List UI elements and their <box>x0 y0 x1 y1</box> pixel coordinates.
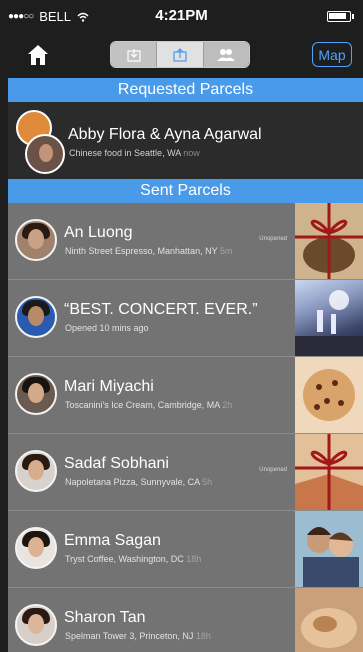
list-item[interactable]: Sadaf Sobhani Napoletana Pizza, Sunnyval… <box>8 434 363 511</box>
request-time: now <box>183 148 200 158</box>
share-icon <box>173 47 187 62</box>
avatar <box>15 373 57 415</box>
recipient-name: Emma Sagan <box>64 532 161 549</box>
recipient-name: “BEST. CONCERT. EVER.” <box>64 301 258 318</box>
parcel-thumbnail <box>295 434 363 510</box>
recipient-name: An Luong <box>64 224 133 241</box>
requested-parcels-header: Requested Parcels <box>8 78 363 102</box>
avatar <box>15 527 57 569</box>
map-button[interactable]: Map <box>312 42 352 67</box>
parcel-thumbnail <box>295 280 363 356</box>
request-details: Chinese food in Seattle, WA now <box>69 148 200 158</box>
gift-bow-icon <box>295 203 363 279</box>
parcel-thumbnail <box>295 203 363 279</box>
parcel-thumbnail <box>295 588 363 652</box>
segment-received[interactable] <box>111 42 158 67</box>
clock: 4:21PM <box>155 7 208 24</box>
parcel-thumbnail <box>295 511 363 587</box>
recipient-name: Sharon Tan <box>64 609 146 626</box>
list-item[interactable]: Sharon Tan Spelman Tower 3, Princeton, N… <box>8 588 363 652</box>
parcel-location: Spelman Tower 3, Princeton, NJ 18h <box>65 631 211 641</box>
avatar <box>15 219 57 261</box>
list-item[interactable]: Emma Sagan Tryst Coffee, Washington, DC … <box>8 511 363 588</box>
avatar <box>15 296 57 338</box>
list-item[interactable]: “BEST. CONCERT. EVER.” Opened 10 mins ag… <box>8 280 363 357</box>
concert-stage-icon <box>295 290 363 356</box>
parcel-location: Opened 10 mins ago <box>65 323 149 333</box>
list-item[interactable]: Mari Miyachi Toscanini's Ice Cream, Camb… <box>8 357 363 434</box>
recipient-name: Mari Miyachi <box>64 378 154 395</box>
avatar <box>15 604 57 646</box>
cookie-icon <box>295 357 363 433</box>
avatar <box>25 134 65 174</box>
parcel-location: Ninth Street Espresso, Manhattan, NY 5m <box>65 246 233 256</box>
parcel-location: Napoletana Pizza, Sunnyvale, CA 5h <box>65 477 213 487</box>
status-badge: Unopened <box>259 467 287 473</box>
couple-photo-icon <box>295 511 363 587</box>
request-place: Chinese food in Seattle, WA <box>69 148 181 158</box>
nav-bar: Map <box>0 34 363 78</box>
view-segmented-control <box>110 41 250 68</box>
segment-friends[interactable] <box>203 42 249 67</box>
sent-parcels-list: An Luong Ninth Street Espresso, Manhatta… <box>8 203 363 652</box>
segment-sent[interactable] <box>157 42 204 67</box>
parcel-thumbnail <box>295 357 363 433</box>
parcel-location: Tryst Coffee, Washington, DC 18h <box>65 554 202 564</box>
status-badge: Unopened <box>259 236 287 242</box>
status-bar: ●●●○○ BELL 4:21PM <box>0 0 363 34</box>
avatar <box>15 450 57 492</box>
download-icon <box>127 48 141 62</box>
home-icon[interactable] <box>27 44 49 66</box>
people-icon <box>217 48 236 61</box>
gift-bow-icon <box>295 434 363 510</box>
list-item[interactable]: An Luong Ninth Street Espresso, Manhatta… <box>8 203 363 280</box>
sent-parcels-header: Sent Parcels <box>8 179 363 203</box>
requester-names: Abby Flora & Ayna Agarwal <box>68 126 262 143</box>
requested-parcel-row[interactable]: Abby Flora & Ayna Agarwal Chinese food i… <box>8 102 363 179</box>
pastry-icon <box>295 588 363 652</box>
recipient-name: Sadaf Sobhani <box>64 455 169 472</box>
battery-icon <box>327 11 354 22</box>
parcel-location: Toscanini's Ice Cream, Cambridge, MA 2h <box>65 400 233 410</box>
